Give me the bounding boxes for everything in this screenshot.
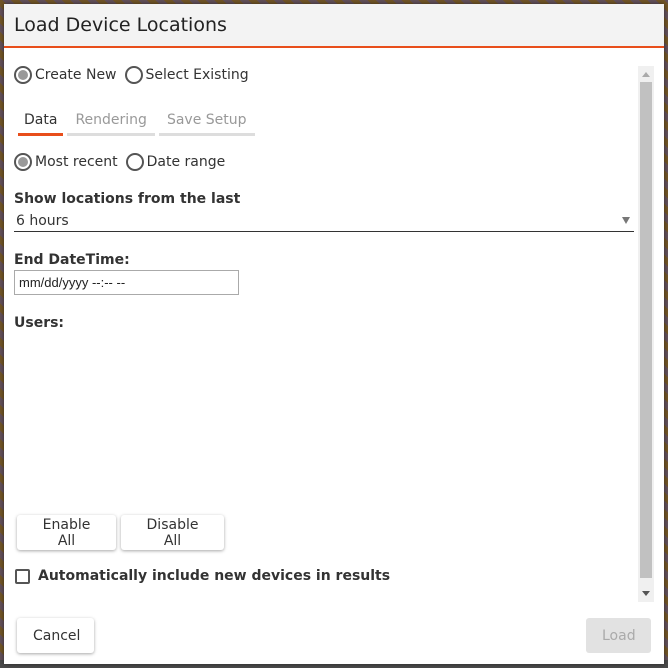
users-label: Users:	[14, 315, 65, 331]
chevron-down-icon	[622, 217, 630, 224]
show-last-value: 6 hours	[16, 213, 69, 229]
mode-radio-group: Create New Select Existing	[14, 66, 257, 84]
scroll-down-arrow-icon[interactable]	[642, 591, 650, 596]
range-radio-group: Most recent Date range	[14, 153, 233, 171]
radio-create-new-label[interactable]: Create New	[35, 67, 117, 83]
radio-most-recent-label[interactable]: Most recent	[35, 154, 118, 170]
auto-include-label[interactable]: Automatically include new devices in res…	[38, 568, 390, 584]
cancel-button[interactable]: Cancel	[17, 618, 94, 653]
show-last-label: Show locations from the last	[14, 191, 241, 207]
tab-data[interactable]: Data	[18, 108, 64, 136]
dialog-title: Load Device Locations	[14, 14, 227, 36]
tab-rendering[interactable]: Rendering	[67, 108, 155, 136]
load-button[interactable]: Load	[586, 618, 651, 653]
radio-most-recent[interactable]	[14, 153, 32, 171]
tab-bar: Data Rendering Save Setup	[18, 108, 259, 136]
load-device-locations-dialog: Load Device Locations Create New Select …	[4, 4, 664, 664]
radio-select-existing[interactable]	[124, 66, 143, 84]
radio-date-range-label[interactable]: Date range	[147, 154, 226, 170]
content-scrollbar[interactable]	[638, 66, 654, 602]
auto-include-row: Automatically include new devices in res…	[15, 568, 390, 584]
dialog-header: Load Device Locations	[4, 4, 664, 48]
tab-save-setup[interactable]: Save Setup	[158, 108, 255, 136]
end-datetime-input[interactable]: mm/dd/yyyy --:-- --	[14, 270, 239, 295]
dialog-content: Create New Select Existing Data Renderin…	[14, 60, 636, 600]
show-last-select[interactable]: 6 hours	[14, 211, 634, 232]
end-datetime-label: End DateTime:	[14, 252, 130, 268]
users-list	[14, 340, 634, 500]
radio-date-range[interactable]	[125, 153, 144, 171]
radio-create-new[interactable]	[14, 66, 32, 84]
radio-select-existing-label[interactable]: Select Existing	[146, 67, 249, 83]
auto-include-checkbox[interactable]	[15, 568, 30, 584]
scroll-thumb[interactable]	[640, 82, 652, 578]
scroll-up-arrow-icon[interactable]	[642, 72, 650, 77]
disable-all-button[interactable]: Disable All	[121, 515, 224, 550]
enable-all-button[interactable]: Enable All	[17, 515, 116, 550]
